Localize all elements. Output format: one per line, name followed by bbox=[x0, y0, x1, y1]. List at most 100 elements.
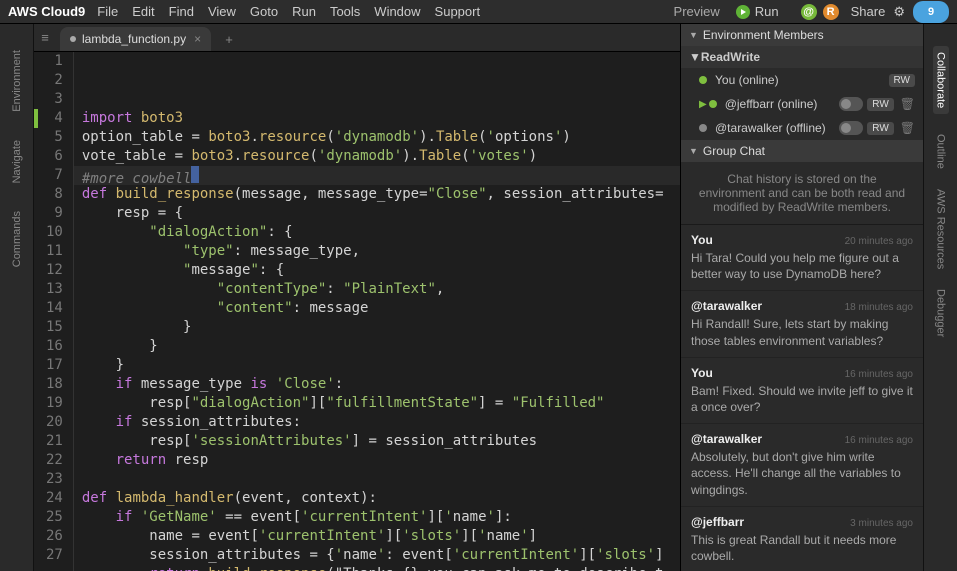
left-rail-environment[interactable]: Environment bbox=[11, 50, 23, 112]
preview-button[interactable]: Preview bbox=[674, 4, 720, 19]
code-line[interactable]: return resp bbox=[82, 451, 680, 470]
editor-area: ≡ lambda_function.py × + 123456789101112… bbox=[34, 24, 680, 571]
code-line[interactable]: return build_response("Thanks {} you can… bbox=[82, 565, 680, 571]
section-readwrite[interactable]: ▼ReadWrite bbox=[681, 46, 923, 68]
message-author: You bbox=[691, 366, 713, 380]
message-author: @tarawalker bbox=[691, 432, 762, 446]
tabbar: ≡ lambda_function.py × + bbox=[34, 24, 680, 52]
tab-dirty-dot-icon bbox=[70, 36, 76, 42]
code-line[interactable]: resp = { bbox=[82, 204, 680, 223]
code-line[interactable]: "contentType": "PlainText", bbox=[82, 280, 680, 299]
code-line[interactable]: } bbox=[82, 356, 680, 375]
status-dot-icon bbox=[709, 100, 717, 108]
message-author: @jeffbarr bbox=[691, 515, 744, 529]
member-name: @tarawalker (offline) bbox=[715, 121, 835, 135]
message-time: 16 minutes ago bbox=[845, 435, 913, 446]
menu-window[interactable]: Window bbox=[374, 4, 420, 19]
access-badge[interactable]: RW bbox=[867, 122, 893, 135]
tab-file[interactable]: lambda_function.py × bbox=[60, 27, 211, 51]
chat-message: You20 minutes agoHi Tara! Could you help… bbox=[681, 225, 923, 291]
code-line[interactable]: "content": message bbox=[82, 299, 680, 318]
chat-message: @tarawalker 18 minutes ago Hi Randall! Sur… bbox=[681, 291, 923, 357]
member-row[interactable]: @tarawalker (offline) RW 🗑 bbox=[681, 116, 923, 140]
cloud9-badge[interactable]: 9 bbox=[913, 1, 949, 23]
code-line[interactable]: session_attributes = {'name': event['cur… bbox=[82, 546, 680, 565]
access-toggle[interactable] bbox=[839, 97, 863, 111]
menu-find[interactable]: Find bbox=[169, 4, 194, 19]
code-line[interactable]: option_table = boto3.resource('dynamodb'… bbox=[82, 128, 680, 147]
run-button[interactable]: Run bbox=[736, 4, 779, 19]
message-text: Absolutely, but don't give him write acc… bbox=[691, 449, 913, 498]
code-line[interactable]: name = event['currentIntent']['slots']['… bbox=[82, 527, 680, 546]
gear-icon[interactable]: ⚙ bbox=[893, 4, 905, 20]
tab-menu-icon[interactable]: ≡ bbox=[34, 24, 56, 51]
message-time: 18 minutes ago bbox=[845, 302, 913, 313]
chat-description: Chat history is stored on the environmen… bbox=[681, 162, 923, 225]
avatar-collaborator-1[interactable]: @ bbox=[801, 4, 817, 20]
left-rail-commands[interactable]: Commands bbox=[11, 211, 23, 267]
right-rail-aws-resources[interactable]: AWS Resources bbox=[935, 189, 947, 269]
presence-arrow-icon: ▶ bbox=[699, 99, 707, 110]
member-row[interactable]: You (online) RW bbox=[681, 68, 923, 92]
menu-run[interactable]: Run bbox=[292, 4, 316, 19]
code-line[interactable]: if 'GetName' == event['currentIntent']['… bbox=[82, 508, 680, 527]
collaborate-panel: ▼Environment Members ▼ReadWrite You (onl… bbox=[680, 24, 923, 571]
chevron-down-icon: ▼ bbox=[689, 50, 701, 64]
code-line[interactable]: "dialogAction": { bbox=[82, 223, 680, 242]
message-author: @tarawalker bbox=[691, 299, 762, 313]
section-group-chat[interactable]: ▼Group Chat bbox=[681, 140, 923, 162]
menu-edit[interactable]: Edit bbox=[132, 4, 154, 19]
right-rail-collaborate[interactable]: Collaborate bbox=[933, 46, 949, 114]
readwrite-title: ReadWrite bbox=[701, 50, 760, 64]
member-name: You (online) bbox=[715, 73, 885, 87]
menu-support[interactable]: Support bbox=[435, 4, 481, 19]
code-line[interactable]: } bbox=[82, 337, 680, 356]
right-rail-debugger[interactable]: Debugger bbox=[935, 289, 947, 337]
code-line[interactable]: resp["dialogAction"]["fulfillmentState"]… bbox=[82, 394, 680, 413]
menu-file[interactable]: File bbox=[97, 4, 118, 19]
code-line[interactable]: resp['sessionAttributes'] = session_attr… bbox=[82, 432, 680, 451]
trash-icon[interactable]: 🗑 bbox=[900, 97, 915, 111]
share-button[interactable]: Share bbox=[851, 4, 886, 19]
code-line[interactable]: "message": { bbox=[82, 261, 680, 280]
code-editor[interactable]: 1234567891011121314151617181920212223242… bbox=[34, 52, 680, 571]
code-line[interactable]: vote_table = boto3.resource('dynamodb').… bbox=[82, 147, 680, 166]
status-dot-icon bbox=[699, 76, 707, 84]
message-time: 16 minutes ago bbox=[845, 369, 913, 380]
code-line[interactable]: if session_attributes: bbox=[82, 413, 680, 432]
access-badge[interactable]: RW bbox=[867, 98, 893, 111]
access-badge[interactable]: RW bbox=[889, 74, 915, 87]
code-line[interactable]: def lambda_handler(event, context): bbox=[82, 489, 680, 508]
message-time: 3 minutes ago bbox=[850, 518, 913, 529]
code-line[interactable]: } bbox=[82, 318, 680, 337]
menu-tools[interactable]: Tools bbox=[330, 4, 360, 19]
menu-goto[interactable]: Goto bbox=[250, 4, 278, 19]
member-name: @jeffbarr (online) bbox=[725, 97, 836, 111]
run-label: Run bbox=[755, 4, 779, 19]
tab-filename: lambda_function.py bbox=[82, 32, 186, 46]
code-line[interactable]: "type": message_type, bbox=[82, 242, 680, 261]
env-members-title: Environment Members bbox=[703, 28, 824, 42]
message-text: Hi Randall! Sure, lets start by making t… bbox=[691, 316, 913, 348]
code-line[interactable]: def build_response(message, message_type… bbox=[82, 185, 680, 204]
section-environment-members[interactable]: ▼ Environment Members bbox=[681, 24, 923, 46]
tab-close-icon[interactable]: × bbox=[194, 32, 201, 46]
play-icon bbox=[736, 5, 750, 19]
add-tab-button[interactable]: + bbox=[217, 27, 241, 51]
code-line[interactable] bbox=[82, 470, 680, 489]
left-rail-navigate[interactable]: Navigate bbox=[11, 140, 23, 183]
menu-view[interactable]: View bbox=[208, 4, 236, 19]
code-line[interactable]: import boto3 bbox=[82, 109, 680, 128]
chevron-down-icon: ▼ bbox=[689, 146, 698, 156]
right-rail: Collaborate Outline AWS Resources Debugg… bbox=[923, 24, 957, 571]
message-text: Hi Tara! Could you help me figure out a … bbox=[691, 250, 913, 282]
avatar-collaborator-2[interactable]: R bbox=[823, 4, 839, 20]
trash-icon[interactable]: 🗑 bbox=[900, 121, 915, 135]
message-author: You bbox=[691, 233, 713, 247]
member-row[interactable]: ▶ @jeffbarr (online) RW 🗑 bbox=[681, 92, 923, 116]
code-body[interactable]: import boto3option_table = boto3.resourc… bbox=[74, 52, 680, 571]
chevron-down-icon: ▼ bbox=[689, 30, 698, 40]
access-toggle[interactable] bbox=[839, 121, 863, 135]
code-line[interactable]: if message_type is 'Close': bbox=[82, 375, 680, 394]
right-rail-outline[interactable]: Outline bbox=[935, 134, 947, 169]
